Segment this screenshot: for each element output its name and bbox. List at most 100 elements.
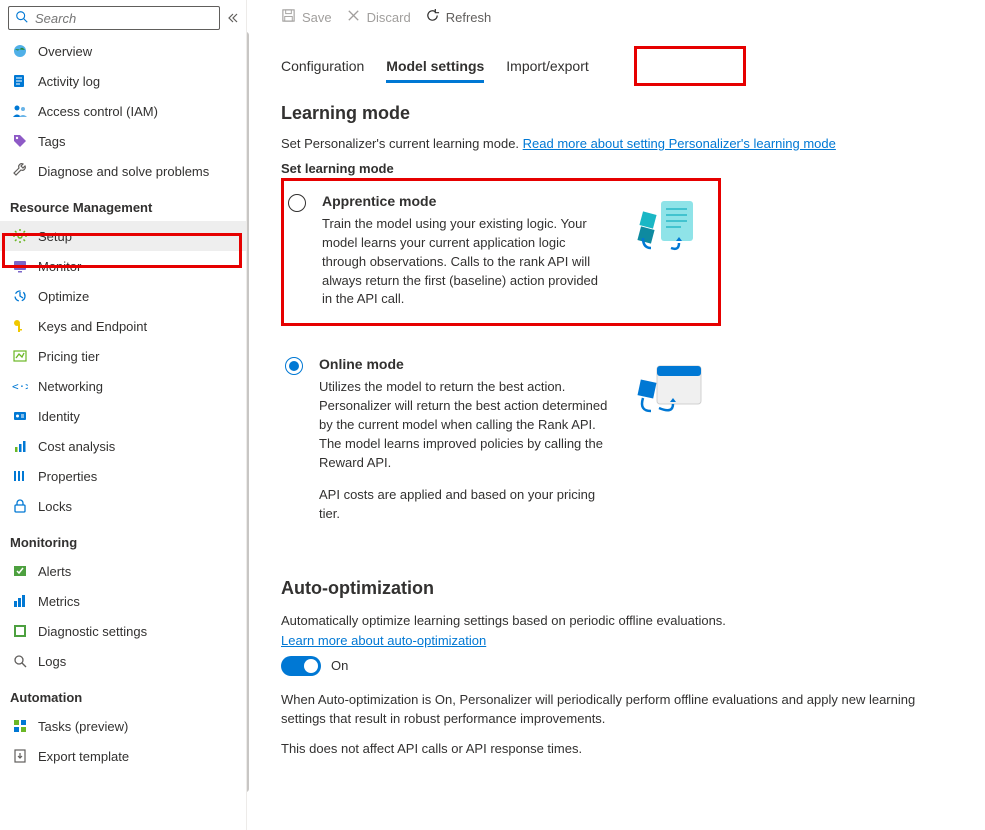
search-icon [15,10,29,27]
identity-icon [12,408,28,424]
label: Cost analysis [38,439,115,454]
label: Export template [38,749,129,764]
label: Pricing tier [38,349,99,364]
sidebar-item-locks[interactable]: Locks [0,491,246,521]
auto-intro: Automatically optimize learning settings… [281,611,961,631]
sidebar-item-diagnostic[interactable]: Diagnostic settings [0,616,246,646]
sidebar-item-diagnose[interactable]: Diagnose and solve problems [0,156,246,186]
label: Save [302,10,332,25]
metrics-icon [12,593,28,609]
apprentice-illustration [626,193,706,309]
online-radio[interactable] [285,357,303,375]
sidebar-item-access-control[interactable]: Access control (IAM) [0,96,246,126]
label: Tags [38,134,65,149]
search-input[interactable] [35,11,213,26]
sidebar-item-pricing[interactable]: Pricing tier [0,341,246,371]
online-mode-option[interactable]: Online mode Utilizes the model to return… [281,344,721,538]
sidebar-item-keys[interactable]: Keys and Endpoint [0,311,246,341]
refresh-button[interactable]: Refresh [425,8,492,26]
apprentice-mode-option[interactable]: Apprentice mode Train the model using yo… [281,178,721,326]
cost-icon [12,438,28,454]
label: Locks [38,499,72,514]
apprentice-radio[interactable] [288,194,306,212]
auto-optimization-link[interactable]: Learn more about auto-optimization [281,633,486,648]
discard-icon [346,8,361,26]
globe-icon [12,43,28,59]
section-resource-management: Resource Management [0,186,246,221]
sidebar-item-overview[interactable]: Overview [0,36,246,66]
label: Networking [38,379,103,394]
key-icon [12,318,28,334]
label: Monitor [38,259,81,274]
learning-intro: Set Personalizer's current learning mode… [281,136,961,151]
online-illustration [629,356,709,524]
save-button[interactable]: Save [281,8,332,26]
sidebar-item-logs[interactable]: Logs [0,646,246,676]
discard-button[interactable]: Discard [346,8,411,26]
tab-configuration[interactable]: Configuration [281,52,364,83]
sidebar-item-networking[interactable]: <·> Networking [0,371,246,401]
sidebar-item-properties[interactable]: Properties [0,461,246,491]
label: Activity log [38,74,100,89]
label: Properties [38,469,97,484]
auto-optimization-title: Auto-optimization [281,578,961,599]
label: Overview [38,44,92,59]
sidebar-item-optimize[interactable]: Optimize [0,281,246,311]
toggle-label: On [331,658,348,673]
label: Keys and Endpoint [38,319,147,334]
pricing-icon [12,348,28,364]
sidebar-item-cost[interactable]: Cost analysis [0,431,246,461]
sidebar-item-setup[interactable]: Setup [0,221,246,251]
refresh-icon [425,8,440,26]
collapse-sidebar-button[interactable] [226,12,238,24]
label: Diagnostic settings [38,624,147,639]
alerts-icon [12,563,28,579]
people-icon [12,103,28,119]
tag-icon [12,133,28,149]
set-learning-mode-label: Set learning mode [281,161,961,176]
label: Metrics [38,594,80,609]
apprentice-title: Apprentice mode [322,193,610,209]
logs-icon [12,653,28,669]
section-monitoring: Monitoring [0,521,246,556]
section-automation: Automation [0,676,246,711]
sidebar-item-monitor[interactable]: Monitor [0,251,246,281]
wrench-icon [12,163,28,179]
lock-icon [12,498,28,514]
auto-para1: When Auto-optimization is On, Personaliz… [281,690,961,729]
label: Identity [38,409,80,424]
learning-mode-title: Learning mode [281,103,961,124]
sidebar-item-alerts[interactable]: Alerts [0,556,246,586]
label: Refresh [446,10,492,25]
label: Tasks (preview) [38,719,128,734]
sidebar-item-tags[interactable]: Tags [0,126,246,156]
diagnostic-icon [12,623,28,639]
tab-model-settings[interactable]: Model settings [386,52,484,83]
network-icon: <·> [12,378,28,394]
scrollbar[interactable] [247,32,249,792]
svg-text:<·>: <·> [12,380,28,393]
sidebar-item-metrics[interactable]: Metrics [0,586,246,616]
search-box[interactable] [8,6,220,30]
apprentice-desc: Train the model using your existing logi… [322,215,610,309]
online-desc: Utilizes the model to return the best ac… [319,378,613,472]
log-icon [12,73,28,89]
auto-para2: This does not affect API calls or API re… [281,739,961,759]
optimize-icon [12,288,28,304]
sidebar-item-identity[interactable]: Identity [0,401,246,431]
label: Logs [38,654,66,669]
online-desc2: API costs are applied and based on your … [319,486,613,524]
label: Discard [367,10,411,25]
sidebar-item-export-template[interactable]: Export template [0,741,246,771]
label: Setup [38,229,72,244]
label: Optimize [38,289,89,304]
save-icon [281,8,296,26]
properties-icon [12,468,28,484]
learning-mode-link[interactable]: Read more about setting Personalizer's l… [523,136,836,151]
monitor-icon [12,258,28,274]
auto-optimization-toggle[interactable] [281,656,321,676]
sidebar-item-activity-log[interactable]: Activity log [0,66,246,96]
sidebar-item-tasks[interactable]: Tasks (preview) [0,711,246,741]
tab-import-export[interactable]: Import/export [506,52,588,83]
label: Alerts [38,564,71,579]
